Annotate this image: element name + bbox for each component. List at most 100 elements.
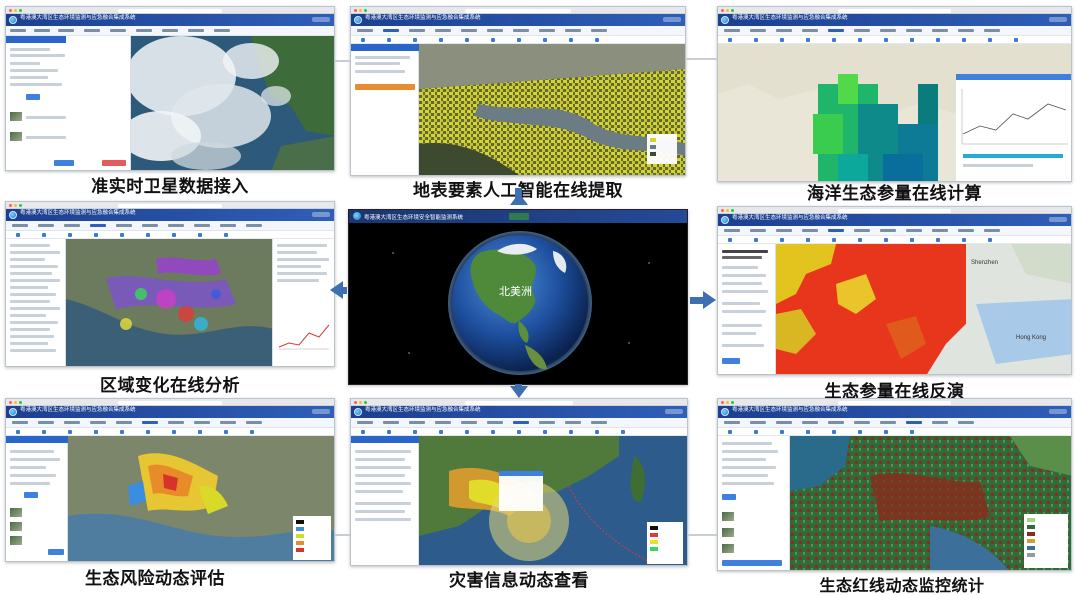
close-dot-icon[interactable]	[9, 401, 12, 404]
minimize-dot-icon[interactable]	[359, 401, 362, 404]
user-menu[interactable]	[1049, 409, 1067, 414]
tool-row[interactable]	[6, 231, 334, 239]
url-bar[interactable]	[117, 203, 223, 208]
panel-disaster[interactable]: 粤港澳大湾区生态环境监测与应急融合集成系统	[350, 398, 688, 566]
result-thumbnail[interactable]	[10, 536, 22, 545]
minimize-dot-icon[interactable]	[14, 204, 17, 207]
tool-row[interactable]	[718, 36, 1071, 44]
result-thumbnail[interactable]	[722, 512, 734, 521]
user-menu[interactable]	[312, 212, 330, 217]
tool-row[interactable]	[351, 36, 685, 44]
user-menu[interactable]	[1049, 17, 1067, 22]
inversion-map-view[interactable]: Shenzhen Hong Kong	[776, 244, 1071, 374]
url-bar[interactable]	[838, 400, 951, 405]
nav-menu[interactable]	[6, 26, 334, 36]
user-menu[interactable]	[665, 409, 683, 414]
ocean-map-view[interactable]	[718, 44, 1071, 181]
query-button[interactable]	[24, 492, 38, 498]
clear-button[interactable]	[102, 160, 126, 166]
url-bar[interactable]	[464, 8, 572, 13]
extract-button[interactable]	[355, 84, 415, 90]
user-menu[interactable]	[312, 17, 330, 22]
ai-extract-3d-view[interactable]	[419, 44, 685, 175]
result-thumbnail[interactable]	[10, 508, 22, 517]
maximize-dot-icon[interactable]	[364, 401, 367, 404]
close-dot-icon[interactable]	[354, 9, 357, 12]
maximize-dot-icon[interactable]	[19, 401, 22, 404]
load-button[interactable]	[54, 160, 74, 166]
nav-menu[interactable]	[351, 418, 687, 428]
compute-button[interactable]	[722, 358, 740, 364]
url-bar[interactable]	[465, 400, 573, 405]
user-menu[interactable]	[1049, 217, 1067, 222]
maximize-dot-icon[interactable]	[731, 401, 734, 404]
panel-eco-risk[interactable]: 粤港澳大湾区生态环境监测与应急融合集成系统	[5, 398, 335, 562]
maximize-dot-icon[interactable]	[731, 209, 734, 212]
maximize-dot-icon[interactable]	[19, 204, 22, 207]
panel-globe[interactable]: 粤港澳大湾区生态环境安全智能监测系统 北美洲	[348, 209, 688, 385]
change-map-view[interactable]	[66, 239, 272, 366]
disaster-map-view[interactable]	[419, 436, 687, 565]
url-bar[interactable]	[838, 208, 951, 213]
redline-sidebar[interactable]	[718, 436, 790, 570]
risk-map-view[interactable]	[68, 436, 334, 561]
close-dot-icon[interactable]	[721, 401, 724, 404]
nav-menu[interactable]	[6, 221, 334, 231]
panel-ai-extract[interactable]: 粤港澳大湾区生态环境监测与应急融合集成系统	[350, 6, 686, 176]
minimize-dot-icon[interactable]	[14, 9, 17, 12]
close-dot-icon[interactable]	[721, 9, 724, 12]
user-menu[interactable]	[312, 409, 330, 414]
tool-row[interactable]	[6, 428, 334, 436]
url-bar[interactable]	[838, 8, 951, 13]
panel-satellite[interactable]: 粤港澳大湾区生态环境监测与应急融合集成系统	[5, 6, 335, 171]
satellite-map-view[interactable]	[131, 36, 334, 170]
user-menu[interactable]	[663, 17, 681, 22]
query-button[interactable]	[722, 494, 736, 500]
result-thumbnail[interactable]	[722, 544, 734, 553]
close-dot-icon[interactable]	[9, 204, 12, 207]
nav-menu[interactable]	[6, 418, 334, 428]
panel-region-change[interactable]: 粤港澳大湾区生态环境监测与应急融合集成系统	[5, 201, 335, 367]
mode-toggle[interactable]	[509, 213, 529, 220]
close-dot-icon[interactable]	[9, 9, 12, 12]
nav-menu[interactable]	[718, 418, 1071, 428]
disaster-sidebar[interactable]	[351, 436, 419, 565]
inversion-sidebar[interactable]	[718, 244, 776, 374]
minimize-dot-icon[interactable]	[359, 9, 362, 12]
nav-menu[interactable]	[718, 226, 1071, 236]
query-sidebar[interactable]	[6, 36, 131, 170]
url-bar[interactable]	[117, 400, 223, 405]
minimize-dot-icon[interactable]	[726, 401, 729, 404]
earth-globe[interactable]: 北美洲	[349, 223, 688, 385]
minimize-dot-icon[interactable]	[726, 209, 729, 212]
minimize-dot-icon[interactable]	[14, 401, 17, 404]
arrow-right-stem	[690, 297, 704, 304]
scene-thumbnail[interactable]	[10, 112, 22, 121]
tool-row[interactable]	[718, 236, 1071, 244]
extract-sidebar[interactable]	[351, 44, 419, 175]
tool-row[interactable]	[718, 428, 1071, 436]
export-button[interactable]	[722, 560, 782, 566]
panel-eco-inversion[interactable]: 粤港澳大湾区生态环境监测与应急融合集成系统 Shenzhen Hong Kong	[717, 206, 1072, 375]
load-button[interactable]	[48, 549, 64, 555]
risk-sidebar[interactable]	[6, 436, 68, 561]
url-bar[interactable]	[117, 8, 223, 13]
query-button[interactable]	[26, 94, 40, 100]
maximize-dot-icon[interactable]	[364, 9, 367, 12]
change-sidebar[interactable]	[6, 239, 66, 366]
scene-thumbnail[interactable]	[10, 132, 22, 141]
nav-menu[interactable]	[718, 26, 1071, 36]
panel-ocean[interactable]: 粤港澳大湾区生态环境监测与应急融合集成系统	[717, 6, 1072, 182]
result-thumbnail[interactable]	[722, 528, 734, 537]
nav-menu[interactable]	[351, 26, 685, 36]
result-thumbnail[interactable]	[10, 522, 22, 531]
arrow-up-icon	[510, 193, 528, 205]
maximize-dot-icon[interactable]	[19, 9, 22, 12]
maximize-dot-icon[interactable]	[731, 9, 734, 12]
panel-redline[interactable]: 粤港澳大湾区生态环境监测与应急融合集成系统	[717, 398, 1072, 571]
close-dot-icon[interactable]	[354, 401, 357, 404]
redline-map-view[interactable]	[790, 436, 1071, 570]
tool-row[interactable]	[351, 428, 687, 436]
close-dot-icon[interactable]	[721, 209, 724, 212]
minimize-dot-icon[interactable]	[726, 9, 729, 12]
